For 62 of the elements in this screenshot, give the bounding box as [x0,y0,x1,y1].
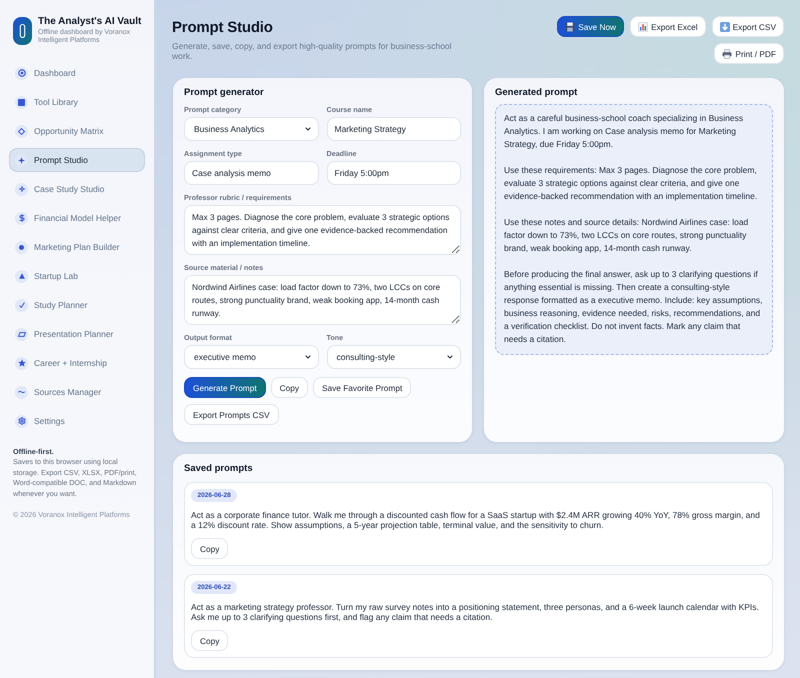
text-area[interactable]: Max 3 pages. Diagnose the core problem, evaluate 3 strategic options against clear criteria, and give one evidence-backed recommendation with an implementation timeline. [184,205,461,255]
card-title: Generated prompt [495,87,578,99]
settings-icon [15,414,28,428]
select-field[interactable]: Business Analytics [184,117,318,141]
dollar-icon [15,212,28,224]
chevron-down-icon [304,353,312,361]
input-field[interactable]: Marketing Strategy [326,117,461,141]
copy-button[interactable]: Copy [191,538,228,559]
save-button[interactable]: Save Now [557,16,624,37]
nav-item[interactable]: Settings [9,409,145,433]
copy-button[interactable]: Copy [191,630,228,651]
export-csv-button[interactable]: Export Prompts CSV [184,404,279,425]
input-field[interactable]: Friday 5:00pm [326,161,461,185]
star-icon [15,356,28,370]
check-icon [15,298,28,312]
download-icon [720,22,730,32]
nav-item[interactable]: Opportunity Matrix [9,119,145,143]
nav-item[interactable]: Prompt Studio [9,148,145,172]
saved-prompt-text: Act as a marketing strategy professor. Turn my raw survey notes into a positioning statement, three personas, and a 6-week launch calendar with KPIs. Ask me up to 3 clarifying questions first, and flag any claim that needs a citation. [191,602,760,622]
nav-item[interactable]: Career + Internship [9,351,145,375]
nav-item[interactable]: Presentation Planner [9,322,145,346]
dot-icon [15,240,28,254]
prompt-paragraph: Before producing the final answer, ask up to 3 clarifying questions if anything essential is missing. Then create a consulting-style response formatted as a executive memo. Include: key assumptions, business reasoning, evidence needed, risks, recommendations, and a verification checklist. Do not invent facts. Mark any claim that needs a citation. [504,268,764,346]
saved-prompt-text: Act as a corporate finance tutor. Walk me through a discounted cash flow for a SaaS startup with $2.4M ARR growing 40% YoY, 78% gross margin, and a 12% discount rate. Show assumptions, a 5-year projection table, terminal value, and the sensitivity to churn. [191,510,761,530]
app-title: The Analyst's AI Vault [38,16,142,28]
prompt-paragraph: Act as a careful business-school coach specializing in Business Analytics. I am working on Case analysis memo for Marketing Strategy, due Friday 5:00pm. [504,112,744,151]
sparkle-icon [15,154,28,166]
nav-item[interactable]: Case Study Studio [9,177,145,201]
chevron-down-icon [304,125,312,133]
parallelogram-icon [15,328,28,340]
nav-item[interactable]: Study Planner [9,293,145,317]
card-title: Prompt generator [184,87,265,99]
square-icon [15,96,28,108]
chevron-down-icon [446,353,454,361]
bar-chart-icon [638,22,648,32]
print-button[interactable]: Print / PDF [714,43,784,64]
nav-item[interactable]: Dashboard [9,61,145,85]
nav-item[interactable]: Marketing Plan Builder [9,235,145,259]
page-title: Prompt Studio [172,18,274,38]
card-title: Saved prompts [184,463,254,475]
save-favorite-button[interactable]: Save Favorite Prompt [313,377,412,398]
target-icon [15,66,28,80]
input-field[interactable]: Case analysis memo [184,161,318,185]
diamond-icon [15,124,28,138]
text-area[interactable]: Nordwind Airlines case: load factor down to 73%, two LCCs on core routes, strong punctuality brand, weak booking app, 14-month cash runway. [184,275,461,325]
prompt-paragraph: Use these notes and source details: Nordwind Airlines case: load factor down to 73%, two LCCs on core routes, strong punctuality brand, weak booking app, 14-month cash runway. [504,216,750,255]
printer-icon [722,48,732,58]
logo-icon [13,17,32,45]
select-field[interactable]: consulting-style [326,345,461,369]
nav-item[interactable]: Startup Lab [9,264,145,288]
export-excel-button[interactable]: Export Excel [630,16,706,37]
page-subtitle: Generate, save, copy, and export high-quality prompts for business-school work. [172,41,453,61]
export-csv-button[interactable]: Export CSV [712,16,784,37]
nav-item[interactable]: Financial Model Helper [9,206,145,230]
generate-prompt-button[interactable]: Generate Prompt [184,377,266,398]
copy-button[interactable]: Copy [270,377,308,398]
wave-icon [15,386,28,398]
prompt-paragraph: Use these requirements: Max 3 pages. Diagnose the core problem, evaluate 3 strategic options against clear criteria, and give one evidence-backed recommendation with an implementation timeline. [504,164,758,203]
sparkle-icon [15,182,28,196]
select-field[interactable]: executive memo [184,345,318,369]
nav-item[interactable]: Sources Manager [9,380,145,404]
nav-item[interactable]: Tool Library [9,90,145,114]
